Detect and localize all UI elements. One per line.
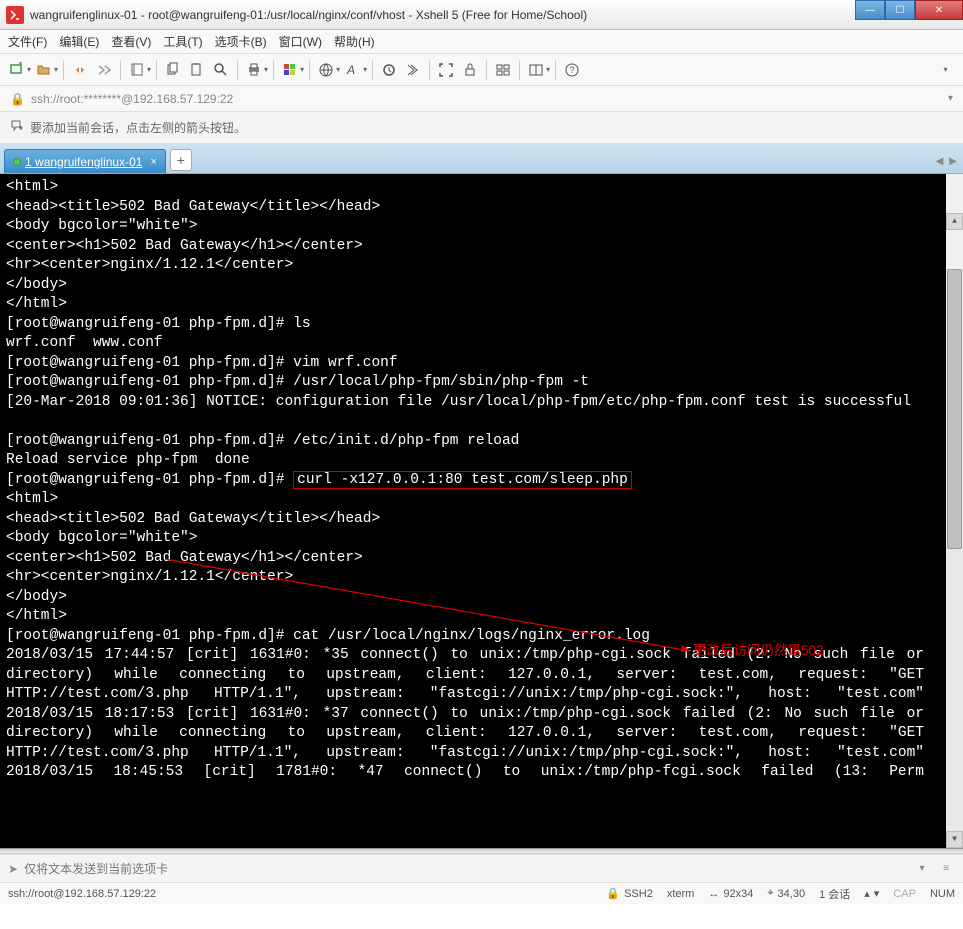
svg-text:?: ?: [570, 65, 575, 75]
xftp-button[interactable]: [402, 59, 424, 81]
highlighted-command: curl -x127.0.0.1:80 test.com/sleep.php: [293, 471, 632, 489]
dropdown-arrow-icon[interactable]: ▾: [363, 65, 367, 74]
fullscreen-button[interactable]: [435, 59, 457, 81]
status-num: NUM: [930, 888, 955, 900]
dropdown-arrow-icon[interactable]: ▾: [147, 65, 151, 74]
dropdown-arrow-icon[interactable]: ▾: [264, 65, 268, 74]
maximize-button[interactable]: ☐: [885, 0, 915, 20]
terminal-scrollbar[interactable]: ▲ ▼: [946, 174, 963, 848]
dropdown-arrow-icon[interactable]: ▾: [300, 65, 304, 74]
menu-tabs[interactable]: 选项卡(B): [215, 33, 267, 50]
cursor-icon: ⌖: [767, 887, 773, 900]
print-button[interactable]: [243, 59, 265, 81]
find-button[interactable]: [210, 59, 232, 81]
terminal[interactable]: <html> <head><title>502 Bad Gateway</tit…: [0, 174, 963, 848]
ssh-lock-icon: 🔒: [606, 887, 620, 900]
dropdown-arrow-icon[interactable]: ▾: [546, 65, 550, 74]
window-title: wangruifenglinux-01 - root@wangruifeng-0…: [30, 8, 587, 22]
menu-edit[interactable]: 编辑(E): [59, 33, 99, 50]
tab-next-button[interactable]: ▶: [949, 156, 957, 167]
tab-close-button[interactable]: ×: [150, 156, 156, 168]
color-scheme-button[interactable]: [279, 59, 301, 81]
sendbar: ➤ ▾ ≡: [0, 854, 963, 882]
open-button[interactable]: [33, 59, 55, 81]
xagent-button[interactable]: [378, 59, 400, 81]
add-session-icon[interactable]: [10, 119, 24, 136]
addressbar: 🔒 ssh://root:********@192.168.57.129:22 …: [0, 86, 963, 112]
size-icon: ↔: [708, 888, 719, 900]
disconnect-button[interactable]: [93, 59, 115, 81]
sessions-down-icon[interactable]: ▾: [874, 887, 880, 900]
reconnect-button[interactable]: [69, 59, 91, 81]
dropdown-arrow-icon[interactable]: ▾: [54, 65, 58, 74]
status-caps: CAP: [893, 888, 916, 900]
menu-view[interactable]: 查看(V): [111, 33, 151, 50]
status-ssh: SSH2: [624, 888, 653, 900]
send-icon: ➤: [8, 862, 18, 876]
menu-file[interactable]: 文件(F): [8, 33, 47, 50]
address-dropdown-icon[interactable]: ▾: [948, 93, 953, 104]
svg-text:A: A: [346, 63, 355, 77]
status-term: xterm: [667, 888, 695, 900]
minimize-button[interactable]: —: [855, 0, 885, 20]
infobar-text: 要添加当前会话，点击左侧的箭头按钮。: [30, 119, 246, 136]
lock-button[interactable]: [459, 59, 481, 81]
app-icon: [6, 6, 24, 24]
send-menu-button[interactable]: ≡: [937, 860, 955, 878]
tab-prev-button[interactable]: ◀: [936, 156, 944, 167]
status-connection: ssh://root@192.168.57.129:22: [8, 888, 606, 900]
dropdown-arrow-icon[interactable]: ▾: [27, 65, 31, 74]
menu-help[interactable]: 帮助(H): [334, 33, 375, 50]
close-button[interactable]: ✕: [915, 0, 963, 20]
toolbar-overflow-button[interactable]: ▾: [935, 59, 957, 81]
infobar: 要添加当前会话，点击左侧的箭头按钮。: [0, 112, 963, 144]
tab-add-button[interactable]: +: [170, 149, 192, 171]
menu-window[interactable]: 窗口(W): [279, 33, 322, 50]
titlebar: wangruifenglinux-01 - root@wangruifeng-0…: [0, 0, 963, 30]
layout-button[interactable]: [525, 59, 547, 81]
sessions-up-icon[interactable]: ▴: [864, 887, 870, 900]
menubar: 文件(F) 编辑(E) 查看(V) 工具(T) 选项卡(B) 窗口(W) 帮助(…: [0, 30, 963, 54]
statusbar: ssh://root@192.168.57.129:22 🔒 SSH2 xterm…: [0, 882, 963, 904]
hosts-button[interactable]: [492, 59, 514, 81]
status-size: 92x34: [723, 888, 753, 900]
properties-button[interactable]: [126, 59, 148, 81]
font-button[interactable]: A: [342, 59, 364, 81]
new-session-button[interactable]: [6, 59, 28, 81]
paste-button[interactable]: [186, 59, 208, 81]
tabbar: 1 wangruifenglinux-01 × + ◀ ▶: [0, 144, 963, 174]
status-sessions: 1 会话: [819, 886, 850, 902]
encoding-button[interactable]: [315, 59, 337, 81]
lock-icon: 🔒: [10, 92, 25, 106]
menu-tools[interactable]: 工具(T): [163, 33, 202, 50]
scroll-thumb[interactable]: [947, 269, 962, 549]
connection-status-icon: [13, 158, 21, 166]
scroll-up-button[interactable]: ▲: [946, 213, 963, 230]
status-cursor: 34,30: [778, 888, 806, 900]
dropdown-arrow-icon[interactable]: ▾: [336, 65, 340, 74]
send-input[interactable]: [24, 862, 913, 876]
copy-button[interactable]: [162, 59, 184, 81]
toolbar: ▾ ▾ ▾ ▾ ▾ ▾ A ▾ ▾ ? ▾: [0, 54, 963, 86]
address-text[interactable]: ssh://root:********@192.168.57.129:22: [31, 92, 948, 106]
help-button[interactable]: ?: [561, 59, 583, 81]
annotation-text: 更改后访问仍然是502: [693, 641, 824, 661]
scroll-down-button[interactable]: ▼: [946, 831, 963, 848]
tab-label: wangruifenglinux-01: [35, 155, 142, 169]
send-dropdown-button[interactable]: ▾: [913, 860, 931, 878]
tab-session-1[interactable]: 1 wangruifenglinux-01 ×: [4, 149, 166, 173]
